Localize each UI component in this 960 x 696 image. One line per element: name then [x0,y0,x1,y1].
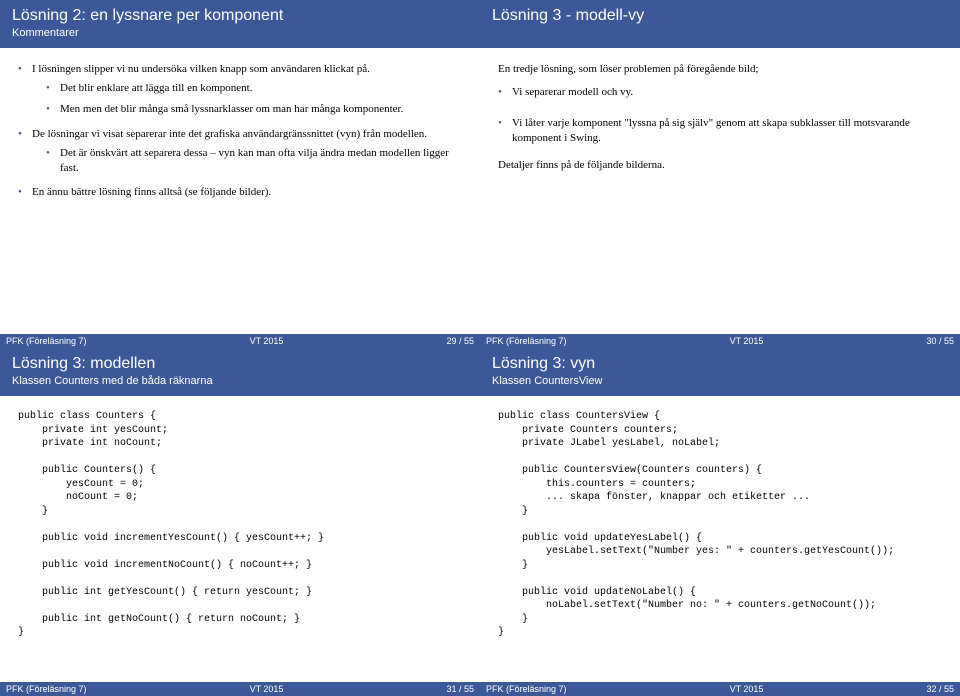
slide-footer: PFK (Föreläsning 7) VT 2015 31 / 55 [0,682,480,696]
slide-subtitle: Klassen Counters med de båda räknarna [12,375,468,388]
slide-body: public class CountersView { private Coun… [480,396,960,682]
slide-body: En tredje lösning, som löser problemen p… [480,48,960,334]
bullet-text: Vi separerar modell och vy. [512,86,633,98]
bullet-text: Vi låter varje komponent "lyssna på sig … [512,117,910,144]
slide-body: public class Counters { private int yesC… [0,396,480,682]
bullet: En ännu bättre lösning finns alltså (se … [18,185,462,200]
footer-center: VT 2015 [730,336,764,346]
bullet-text: Det är önskvärt att separera dessa – vyn… [60,147,449,174]
footer-left: PFK (Föreläsning 7) [486,684,567,694]
footer-page: 32 / 55 [926,684,954,694]
footer-left: PFK (Föreläsning 7) [6,336,87,346]
slide-30: Lösning 3 - modell-vy En tredje lösning,… [480,0,960,348]
paragraph: En tredje lösning, som löser problemen p… [498,62,942,77]
slide-title: Lösning 3: modellen [12,354,468,373]
bullet: Vi låter varje komponent "lyssna på sig … [498,116,942,146]
slide-footer: PFK (Föreläsning 7) VT 2015 32 / 55 [480,682,960,696]
footer-center: VT 2015 [250,336,284,346]
footer-page: 29 / 55 [446,336,474,346]
slide-header: Lösning 3 - modell-vy [480,0,960,48]
bullet-text: De lösningar vi visat separerar inte det… [32,128,427,140]
paragraph: Detaljer finns på de följande bilderna. [498,158,942,173]
slide-subtitle [492,27,948,40]
slide-title: Lösning 2: en lyssnare per komponent [12,6,468,25]
footer-center: VT 2015 [250,684,284,694]
code-block: public class Counters { private int yesC… [18,410,462,640]
footer-left: PFK (Föreläsning 7) [486,336,567,346]
sub-bullet: Det är önskvärt att separera dessa – vyn… [46,146,462,176]
bullet-text: Det blir enklare att lägga till en kompo… [60,82,252,94]
footer-center: VT 2015 [730,684,764,694]
bullet-text: Men men det blir många små lyssnarklasse… [60,103,403,115]
code-block: public class CountersView { private Coun… [498,410,942,640]
bullet-text: I lösningen slipper vi nu undersöka vilk… [32,63,370,75]
bullet: I lösningen slipper vi nu undersöka vilk… [18,62,462,117]
slide-header: Lösning 3: modellen Klassen Counters med… [0,348,480,396]
slide-title: Lösning 3: vyn [492,354,948,373]
handout-grid: Lösning 2: en lyssnare per komponent Kom… [0,0,960,696]
slide-header: Lösning 2: en lyssnare per komponent Kom… [0,0,480,48]
bullet: De lösningar vi visat separerar inte det… [18,127,462,176]
slide-footer: PFK (Föreläsning 7) VT 2015 30 / 55 [480,334,960,348]
sub-bullet: Det blir enklare att lägga till en kompo… [46,81,462,96]
footer-page: 30 / 55 [926,336,954,346]
slide-subtitle: Kommentarer [12,27,468,40]
footer-left: PFK (Föreläsning 7) [6,684,87,694]
slide-footer: PFK (Föreläsning 7) VT 2015 29 / 55 [0,334,480,348]
slide-body: I lösningen slipper vi nu undersöka vilk… [0,48,480,334]
bullet: Vi separerar modell och vy. [498,85,942,100]
slide-29: Lösning 2: en lyssnare per komponent Kom… [0,0,480,348]
sub-bullet: Men men det blir många små lyssnarklasse… [46,102,462,117]
footer-page: 31 / 55 [446,684,474,694]
slide-title: Lösning 3 - modell-vy [492,6,948,25]
bullet-text: En ännu bättre lösning finns alltså (se … [32,186,271,198]
slide-header: Lösning 3: vyn Klassen CountersView [480,348,960,396]
slide-31: Lösning 3: modellen Klassen Counters med… [0,348,480,696]
slide-subtitle: Klassen CountersView [492,375,948,388]
slide-32: Lösning 3: vyn Klassen CountersView publ… [480,348,960,696]
